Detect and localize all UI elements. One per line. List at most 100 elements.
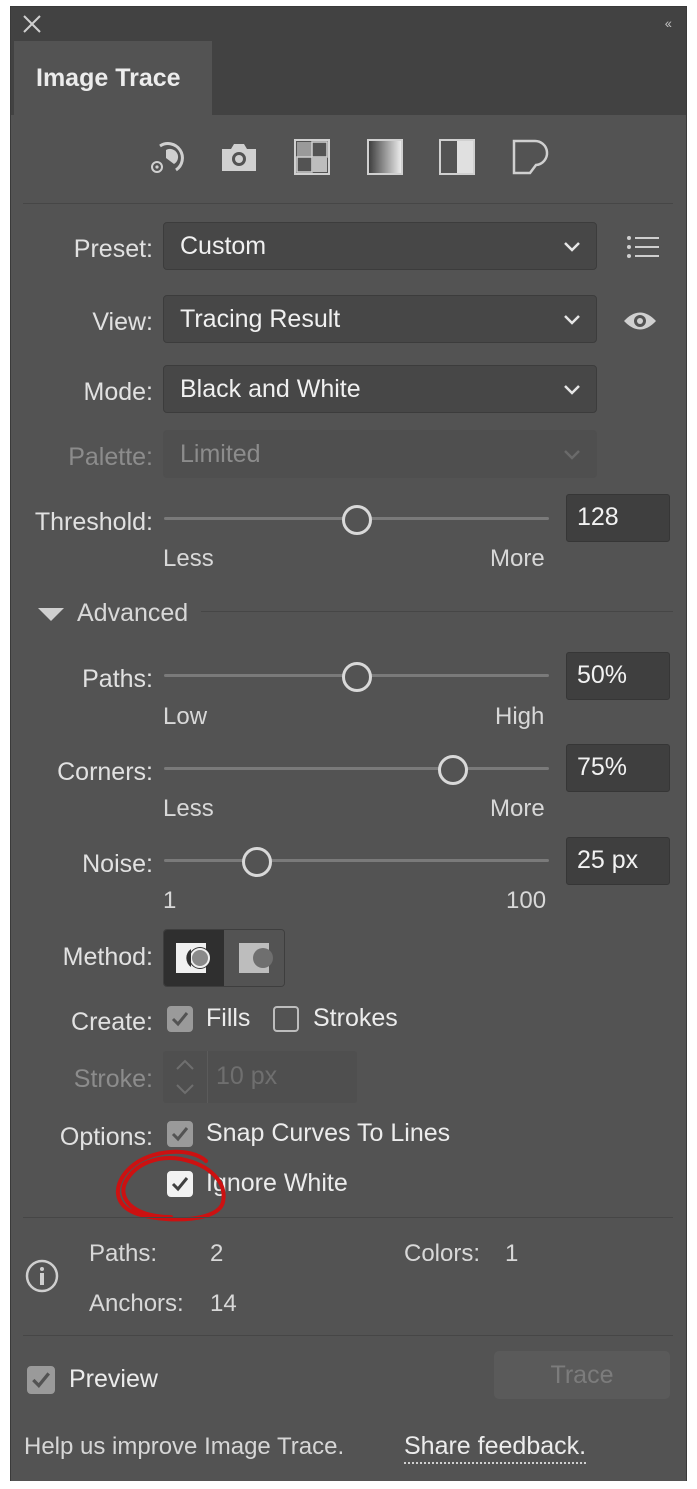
noise-label: Noise: <box>82 850 153 878</box>
collapse-panel-icon[interactable]: ‹‹ <box>665 15 672 31</box>
abutting-icon <box>176 943 211 973</box>
paths-label: Paths: <box>82 665 153 693</box>
stats-colors-label: Colors: <box>404 1240 481 1267</box>
low-color-icon[interactable] <box>290 135 334 179</box>
stats-anchors-label: Anchors: <box>89 1290 184 1317</box>
trace-button-label: Trace <box>550 1361 614 1389</box>
palette-value: Limited <box>180 440 261 468</box>
panel-titlebar: ‹‹ <box>11 7 686 41</box>
strokes-checkbox[interactable] <box>273 1006 299 1032</box>
trace-button[interactable]: Trace <box>494 1351 670 1399</box>
mode-label: Mode: <box>83 378 153 406</box>
paths-input[interactable]: 50% <box>566 652 670 700</box>
high-color-icon[interactable] <box>217 135 261 179</box>
chevron-down-icon <box>564 385 580 395</box>
threshold-value: 128 <box>577 503 619 531</box>
stroke-label: Stroke: <box>73 1065 153 1093</box>
slider-thumb[interactable] <box>242 847 273 877</box>
mode-value: Black and White <box>180 375 361 403</box>
eye-icon[interactable] <box>618 299 662 343</box>
view-value: Tracing Result <box>180 305 341 333</box>
palette-dropdown: Limited <box>163 430 597 478</box>
chevron-down-icon <box>564 315 580 325</box>
tab-strip: Image Trace <box>11 41 686 115</box>
preset-menu-icon[interactable] <box>621 225 665 269</box>
corners-input[interactable]: 75% <box>566 744 670 792</box>
tab-image-trace[interactable]: Image Trace <box>14 41 212 115</box>
fills-checkbox[interactable] <box>167 1006 193 1032</box>
noise-min-label: 1 <box>163 887 177 914</box>
overlapping-icon <box>239 943 273 973</box>
noise-input[interactable]: 25 px <box>566 837 670 885</box>
stats-paths-value: 2 <box>210 1240 224 1267</box>
snap-curves-checkbox[interactable] <box>167 1121 193 1147</box>
preset-value: Custom <box>180 232 267 260</box>
create-label: Create: <box>71 1008 153 1036</box>
threshold-max-label: More <box>490 545 545 572</box>
preview-label: Preview <box>69 1365 158 1393</box>
slider-track <box>164 859 549 862</box>
annotation-circle <box>115 1149 226 1222</box>
share-feedback-link[interactable]: Share feedback. <box>404 1432 587 1464</box>
threshold-label: Threshold: <box>34 508 153 536</box>
corners-slider[interactable] <box>164 754 549 785</box>
divider <box>201 611 673 612</box>
grayscale-icon[interactable] <box>363 135 407 179</box>
divider <box>23 1217 673 1218</box>
paths-slider[interactable] <box>164 661 549 692</box>
paths-value: 50% <box>577 661 628 689</box>
slider-thumb[interactable] <box>342 505 373 535</box>
preset-dropdown[interactable]: Custom <box>163 222 597 270</box>
corners-min-label: Less <box>163 795 214 822</box>
fills-label: Fills <box>206 1004 251 1032</box>
divider <box>23 1335 673 1336</box>
stats-anchors-value: 14 <box>210 1290 237 1317</box>
auto-color-icon[interactable] <box>145 135 189 179</box>
help-text: Help us improve Image Trace. <box>24 1433 345 1460</box>
chevron-down-icon <box>564 242 580 252</box>
threshold-slider[interactable] <box>164 504 549 535</box>
stats-paths-label: Paths: <box>89 1240 158 1267</box>
close-icon[interactable] <box>21 13 43 35</box>
info-icon <box>25 1259 59 1293</box>
overlapping-method-button[interactable] <box>225 930 284 986</box>
corners-max-label: More <box>490 795 545 822</box>
noise-value: 25 px <box>577 846 639 874</box>
method-segmented-control <box>163 929 285 987</box>
paths-min-label: Low <box>163 703 208 730</box>
corners-label: Corners: <box>57 758 153 786</box>
slider-thumb[interactable] <box>437 755 468 785</box>
image-trace-panel: ‹‹ Image Trace Preset: Custom View: Trac… <box>10 6 687 1481</box>
view-dropdown[interactable]: Tracing Result <box>163 295 597 343</box>
noise-max-label: 100 <box>506 887 547 914</box>
preset-label: Preset: <box>73 235 153 263</box>
outline-icon[interactable] <box>508 135 552 179</box>
strokes-label: Strokes <box>313 1004 398 1032</box>
advanced-toggle-label[interactable]: Advanced <box>77 599 188 628</box>
divider <box>23 203 673 204</box>
mode-dropdown[interactable]: Black and White <box>163 365 597 413</box>
threshold-input[interactable]: 128 <box>566 494 670 542</box>
preview-checkbox[interactable] <box>27 1366 55 1394</box>
footer: Help us improve Image Trace. Share feedb… <box>11 1419 686 1481</box>
threshold-min-label: Less <box>163 545 214 572</box>
palette-label: Palette: <box>68 443 153 471</box>
slider-track <box>164 767 549 770</box>
black-and-white-icon[interactable] <box>435 135 479 179</box>
disclosure-triangle-icon[interactable] <box>37 607 65 623</box>
paths-max-label: High <box>495 703 545 730</box>
snap-curves-label: Snap Curves To Lines <box>206 1119 451 1147</box>
view-label: View: <box>92 308 153 336</box>
slider-thumb[interactable] <box>341 662 372 692</box>
stepper-arrows <box>163 1051 208 1103</box>
stats-colors-value: 1 <box>505 1240 519 1267</box>
stroke-stepper: 10 px <box>163 1051 357 1103</box>
stepper-arrows-icon <box>176 1059 194 1095</box>
noise-slider[interactable] <box>164 846 549 877</box>
chevron-down-icon <box>564 450 580 460</box>
abutting-method-button[interactable] <box>164 930 224 986</box>
method-label: Method: <box>62 943 153 971</box>
tab-label: Image Trace <box>36 64 181 92</box>
corners-value: 75% <box>577 753 628 781</box>
stroke-value: 10 px <box>216 1062 278 1090</box>
